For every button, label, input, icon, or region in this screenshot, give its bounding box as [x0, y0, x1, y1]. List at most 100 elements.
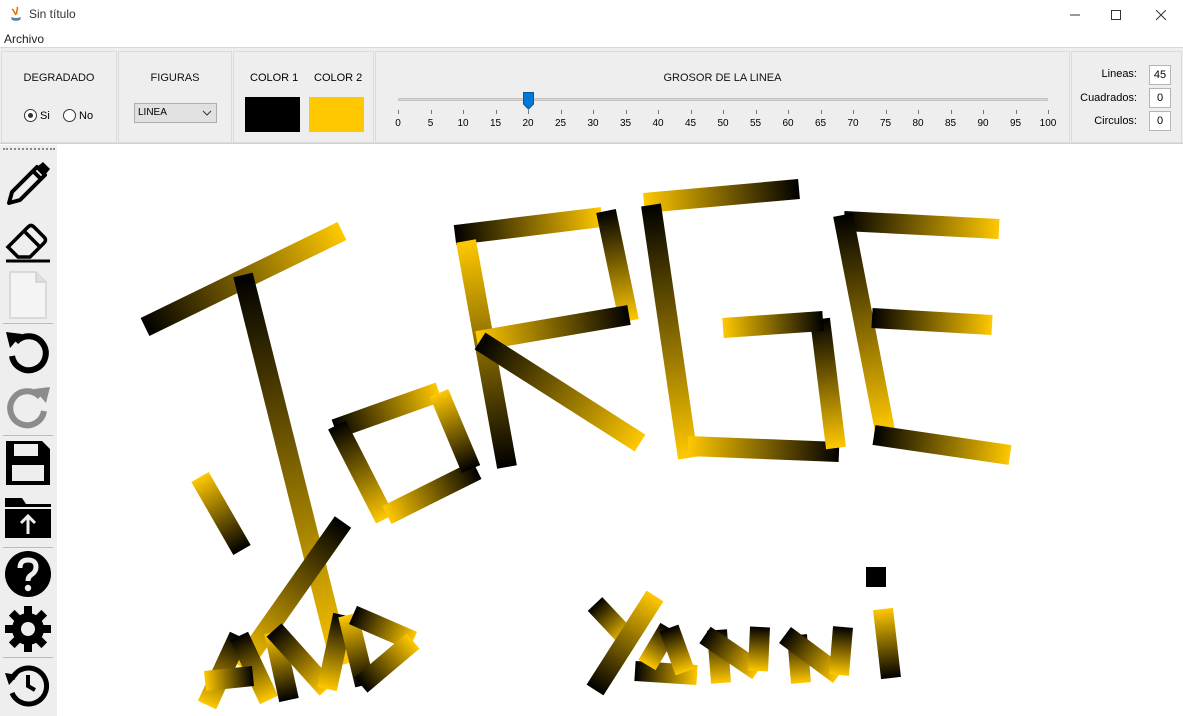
drawn-line: [810, 317, 846, 450]
open-button[interactable]: [2, 492, 54, 544]
grosor-title: GROSOR DE LA LINEA: [663, 72, 782, 84]
slider-tick-label: 65: [814, 118, 827, 129]
java-app-icon: [11, 6, 21, 21]
circulos-count: 0: [1149, 111, 1171, 131]
drawn-line: [328, 420, 394, 524]
cuadrados-label: Cuadrados:: [1080, 92, 1137, 104]
colors-panel: COLOR 1 COLOR 2: [233, 51, 374, 143]
radio-selected-icon: [24, 109, 37, 122]
slider-tick: [1048, 110, 1049, 114]
separator: [3, 657, 53, 658]
counts-panel: Lineas: 45 Cuadrados: 0 Circulos: 0: [1071, 51, 1182, 143]
maximize-button[interactable]: [1093, 0, 1138, 30]
grosor-slider-track[interactable]: [398, 98, 1048, 101]
new-file-button[interactable]: [2, 269, 54, 321]
color2-label: COLOR 2: [314, 72, 363, 84]
drawn-line: [722, 311, 824, 338]
slider-tick: [788, 110, 789, 114]
color1-swatch[interactable]: [245, 97, 300, 132]
slider-tick: [430, 110, 432, 114]
grosor-panel: GROSOR DE LA LINEA 0 5 10 15 20 25 30 35 40 45 50 5…: [375, 51, 1070, 143]
save-button[interactable]: [2, 437, 54, 489]
save-icon: [6, 441, 50, 485]
undo-button[interactable]: [2, 326, 54, 378]
color2-swatch[interactable]: [309, 97, 364, 132]
slider-tick: [723, 110, 724, 114]
drawn-line: [596, 208, 639, 324]
cuadrados-count: 0: [1149, 88, 1171, 108]
drawn-line: [748, 626, 770, 672]
degradado-si-label: Si: [40, 109, 50, 122]
close-button[interactable]: [1138, 0, 1183, 30]
drawn-line: [641, 203, 698, 460]
slider-tick: [885, 110, 887, 114]
drawn-line: [829, 626, 853, 676]
slider-tick: [625, 110, 627, 114]
slider-tick-label: 35: [619, 118, 632, 129]
slider-tick-label: 55: [749, 118, 762, 129]
help-icon: [5, 551, 51, 597]
redo-button[interactable]: [2, 381, 54, 433]
slider-tick: [593, 110, 594, 114]
slider-tick-label: 85: [944, 118, 957, 129]
slider-tick-label: 25: [554, 118, 567, 129]
title-bar: Sin título: [0, 0, 1183, 30]
slider-tick-label: 75: [879, 118, 892, 129]
drawn-line: [453, 207, 604, 245]
tools-sidebar: [0, 145, 57, 716]
redo-icon: [7, 387, 50, 429]
slider-tick-label: 5: [427, 118, 434, 129]
window-title: Sin título: [29, 7, 76, 21]
pencil-tool-button[interactable]: [2, 158, 54, 210]
slider-tick-label: 70: [847, 118, 859, 129]
settings-button[interactable]: [2, 603, 54, 655]
history-button[interactable]: [2, 659, 54, 711]
drawn-line: [687, 436, 840, 462]
drawn-dot: [866, 567, 886, 587]
undo-icon: [6, 332, 49, 374]
drawn-line: [203, 666, 255, 691]
drawing-surface[interactable]: [57, 145, 1183, 716]
slider-tick: [690, 110, 692, 114]
slider-tick-label: 45: [684, 118, 697, 129]
lineas-count: 45: [1149, 65, 1171, 85]
degradado-no-radio[interactable]: No: [63, 109, 93, 122]
menu-bar: Archivo: [0, 30, 1183, 48]
drawn-line: [872, 425, 1012, 465]
degradado-panel: DEGRADADO Si No: [1, 51, 117, 143]
drawn-line: [873, 607, 901, 680]
degradado-no-label: No: [79, 109, 94, 122]
figuras-select[interactable]: LINEA: [134, 103, 217, 123]
degradado-title: DEGRADADO: [23, 72, 95, 84]
new-file-icon: [9, 271, 47, 319]
slider-tick: [853, 110, 854, 114]
menu-archivo[interactable]: Archivo: [4, 32, 44, 46]
slider-tick: [560, 110, 562, 114]
drawn-line: [475, 305, 631, 351]
drawn-line: [382, 461, 482, 524]
degradado-si-radio[interactable]: Si: [24, 109, 50, 122]
figuras-title: FIGURAS: [150, 72, 200, 84]
slider-tick: [495, 110, 497, 114]
slider-tick: [820, 110, 822, 114]
slider-tick-label: 50: [717, 118, 729, 129]
slider-tick-label: 95: [1009, 118, 1022, 129]
drawn-line: [429, 389, 481, 473]
drawn-line: [643, 179, 800, 213]
slider-tick: [983, 110, 984, 114]
toolbar-grip[interactable]: [3, 148, 55, 151]
figuras-panel: FIGURAS LINEA: [118, 51, 232, 143]
slider-tick-label: 90: [977, 118, 989, 129]
maximize-icon: [1110, 10, 1121, 20]
minimize-button[interactable]: [1052, 0, 1097, 30]
drawing-canvas[interactable]: [57, 145, 1183, 716]
eraser-tool-button[interactable]: [2, 214, 54, 266]
lineas-label: Lineas:: [1101, 68, 1137, 80]
help-button[interactable]: [2, 548, 54, 600]
grosor-slider-thumb[interactable]: [523, 92, 534, 110]
slider-tick-label: 60: [782, 118, 794, 129]
pencil-icon: [7, 162, 50, 205]
circulos-label: Circulos:: [1094, 115, 1137, 127]
slider-tick-label: 100: [1039, 118, 1057, 129]
slider-tick-label: 10: [457, 118, 469, 129]
